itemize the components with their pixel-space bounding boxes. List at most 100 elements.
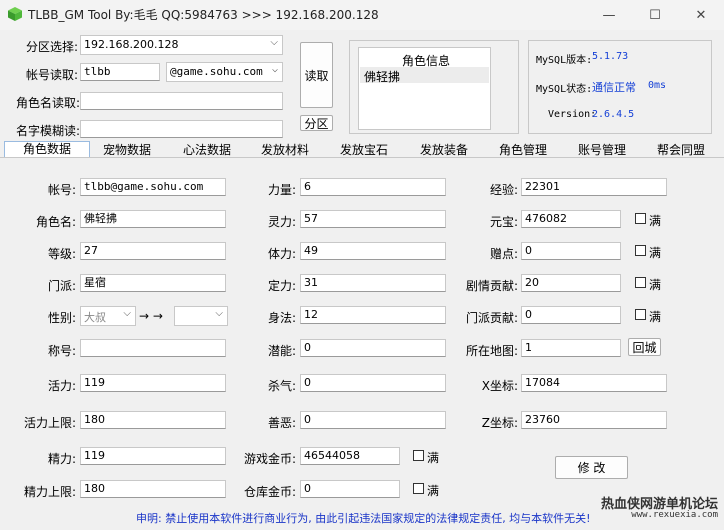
gift-points-field[interactable]: 0 — [521, 242, 621, 260]
game-gold-full-label: 满 — [427, 451, 440, 465]
region-select-value: 192.168.200.128 — [84, 38, 179, 51]
domain-select[interactable]: @game.sohu.com ⌵ — [166, 62, 283, 82]
return-city-button[interactable]: 回城 — [628, 338, 661, 356]
gift-points-label: 赠点: — [489, 247, 518, 261]
game-gold-field[interactable]: 46544058 — [300, 447, 400, 465]
mysql-version-value: 5.1.73 — [592, 51, 629, 62]
tab-issue-equipment[interactable]: 发放装备 — [420, 141, 468, 158]
kill-aura-label: 杀气: — [267, 379, 296, 393]
z-coord-field[interactable]: 23760 — [521, 411, 667, 429]
tab-role-data[interactable]: 角色数据 — [4, 141, 91, 158]
experience-label: 经验: — [489, 183, 518, 197]
constitution-field[interactable]: 49 — [300, 242, 446, 260]
strength-field[interactable]: 6 — [300, 178, 446, 196]
story-contrib-full-checkbox[interactable] — [635, 277, 646, 288]
close-icon: ✕ — [695, 7, 707, 23]
experience-field[interactable]: 22301 — [521, 178, 667, 196]
watermark-url: www.rexuexia.com — [631, 510, 718, 520]
modify-button[interactable]: 修 改 — [555, 456, 628, 479]
arrow-icon: → → — [139, 309, 163, 323]
bank-gold-label: 仓库金币: — [243, 485, 296, 499]
chevron-down-icon: ⌵ — [215, 308, 223, 319]
school-contrib-label: 门派贡献: — [465, 311, 518, 325]
account-field-label: 帐号: — [47, 183, 76, 197]
game-gold-label: 游戏金币: — [243, 452, 296, 466]
tab-pet-data[interactable]: 宠物数据 — [103, 141, 151, 158]
energy-label: 精力: — [47, 452, 76, 466]
account-input[interactable]: tlbb — [80, 63, 160, 81]
potential-field[interactable]: 0 — [300, 339, 446, 357]
agility-field[interactable]: 12 — [300, 306, 446, 324]
account-label: 帐号读取: — [26, 68, 79, 82]
title-field[interactable] — [80, 339, 226, 357]
app-version-label: Version: — [548, 109, 597, 120]
region-label: 分区选择: — [26, 40, 79, 54]
maximize-icon: ☐ — [649, 7, 661, 23]
region-select[interactable]: 192.168.200.128 ⌵ — [80, 35, 283, 55]
tab-divider — [0, 157, 724, 158]
minimize-button[interactable]: — — [586, 0, 632, 30]
x-coord-field[interactable]: 17084 — [521, 374, 667, 392]
vigor-max-field[interactable]: 180 — [80, 411, 226, 429]
yuanbao-label: 元宝: — [489, 215, 518, 229]
morality-label: 善恶: — [267, 416, 296, 430]
current-map-field[interactable]: 1 — [521, 339, 621, 357]
x-coord-label: X坐标: — [481, 379, 518, 393]
spirit-label: 灵力: — [267, 215, 296, 229]
vigor-label: 活力: — [47, 379, 76, 393]
potential-label: 潜能: — [267, 344, 296, 358]
spirit-field[interactable]: 57 — [300, 210, 446, 228]
school-contrib-full-checkbox[interactable] — [635, 309, 646, 320]
tab-guild-alliance[interactable]: 帮会同盟 — [657, 141, 705, 158]
region-button[interactable]: 分区 — [300, 115, 333, 131]
level-label: 等级: — [47, 247, 76, 261]
tab-issue-gems[interactable]: 发放宝石 — [340, 141, 388, 158]
role-name-field-label: 角色名: — [35, 215, 76, 229]
tab-issue-materials[interactable]: 发放材料 — [261, 141, 309, 158]
close-button[interactable]: ✕ — [678, 0, 724, 30]
bank-gold-full-checkbox[interactable] — [413, 483, 424, 494]
game-gold-full-checkbox[interactable] — [413, 450, 424, 461]
new-gender-select[interactable]: ⌵ — [174, 306, 228, 326]
bank-gold-field[interactable]: 0 — [300, 480, 400, 498]
focus-field[interactable]: 31 — [300, 274, 446, 292]
role-list-item-label: 佛轻拂 — [364, 70, 401, 84]
app-version-value: 2.6.4.5 — [592, 109, 635, 120]
gender-select[interactable]: 大叔 ⌵ — [80, 306, 136, 326]
energy-max-field[interactable]: 180 — [80, 480, 226, 498]
tab-account-manage[interactable]: 账号管理 — [578, 141, 626, 158]
mysql-latency-value: 0ms — [648, 80, 667, 91]
yuanbao-field[interactable]: 476082 — [521, 210, 621, 228]
yuanbao-full-checkbox[interactable] — [635, 213, 646, 224]
school-label: 门派: — [47, 279, 76, 293]
gender-select-value: 大叔 — [84, 311, 106, 324]
app-icon — [8, 7, 22, 21]
role-name-input[interactable] — [80, 92, 283, 110]
energy-field[interactable]: 119 — [80, 447, 226, 465]
read-button[interactable]: 读取 — [300, 42, 333, 108]
story-contrib-field[interactable]: 20 — [521, 274, 621, 292]
vigor-max-label: 活力上限: — [23, 416, 76, 430]
fuzzy-name-label: 名字模糊读: — [16, 124, 81, 138]
fuzzy-name-input[interactable] — [80, 120, 283, 138]
maximize-button[interactable]: ☐ — [632, 0, 678, 30]
account-field[interactable]: tlbb@game.sohu.com — [80, 178, 226, 196]
strength-label: 力量: — [267, 183, 296, 197]
mysql-status-value: 通信正常 — [592, 81, 636, 94]
school-field[interactable]: 星宿 — [80, 274, 226, 292]
mysql-version-label: MySQL版本: — [536, 55, 593, 66]
agility-label: 身法: — [267, 311, 296, 325]
chevron-down-icon: ⌵ — [270, 37, 278, 48]
tab-role-manage[interactable]: 角色管理 — [499, 141, 547, 158]
role-name-field[interactable]: 佛轻拂 — [80, 210, 226, 228]
story-contrib-label: 剧情贡献: — [465, 279, 518, 293]
vigor-field[interactable]: 119 — [80, 374, 226, 392]
tab-xinfa-data[interactable]: 心法数据 — [183, 141, 231, 158]
gift-points-full-checkbox[interactable] — [635, 245, 646, 256]
role-name-label: 角色名读取: — [16, 96, 81, 110]
school-contrib-field[interactable]: 0 — [521, 306, 621, 324]
minimize-icon: — — [602, 7, 616, 23]
kill-aura-field[interactable]: 0 — [300, 374, 446, 392]
morality-field[interactable]: 0 — [300, 411, 446, 429]
level-field[interactable]: 27 — [80, 242, 226, 260]
